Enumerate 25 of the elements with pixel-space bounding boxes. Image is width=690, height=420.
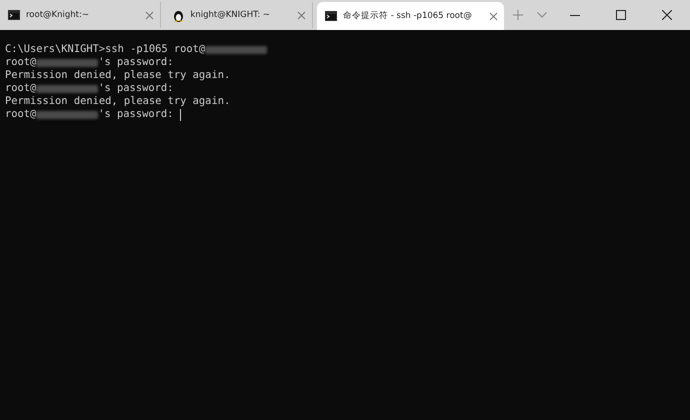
maximize-icon[interactable] (616, 10, 626, 20)
terminal-text: root@ (5, 82, 36, 95)
console-icon (325, 11, 338, 21)
terminal-text: root@ (5, 56, 36, 69)
chevron-down-icon[interactable] (537, 12, 547, 18)
redaction-mark (36, 110, 98, 118)
redaction-mark (36, 58, 98, 66)
plus-icon[interactable] (513, 10, 523, 20)
console-icon (8, 10, 20, 20)
terminal-text: 's password: (98, 56, 174, 69)
terminal-text: 's password: (98, 108, 174, 121)
terminal-text: C:\Users\KNIGHT>ssh -p1065 root@ (5, 43, 206, 56)
tab[interactable]: knight@KNIGHT: ~ (165, 2, 314, 28)
terminal-text: Permission denied, please try again. (5, 69, 230, 82)
tab[interactable]: 命令提示符 - ssh -p1065 root@ (317, 2, 504, 30)
redaction-mark (205, 46, 268, 54)
penguin-icon (173, 8, 184, 22)
terminal-text: 's password: (98, 82, 174, 95)
tab[interactable]: root@Knight:~ (0, 2, 162, 28)
terminal-text: root@ (5, 108, 36, 121)
terminal-text: Permission denied, please try again. (5, 95, 230, 108)
redaction-mark (36, 84, 98, 92)
text-cursor (180, 108, 181, 120)
minimize-icon[interactable] (570, 14, 580, 16)
close-icon[interactable] (662, 10, 672, 20)
